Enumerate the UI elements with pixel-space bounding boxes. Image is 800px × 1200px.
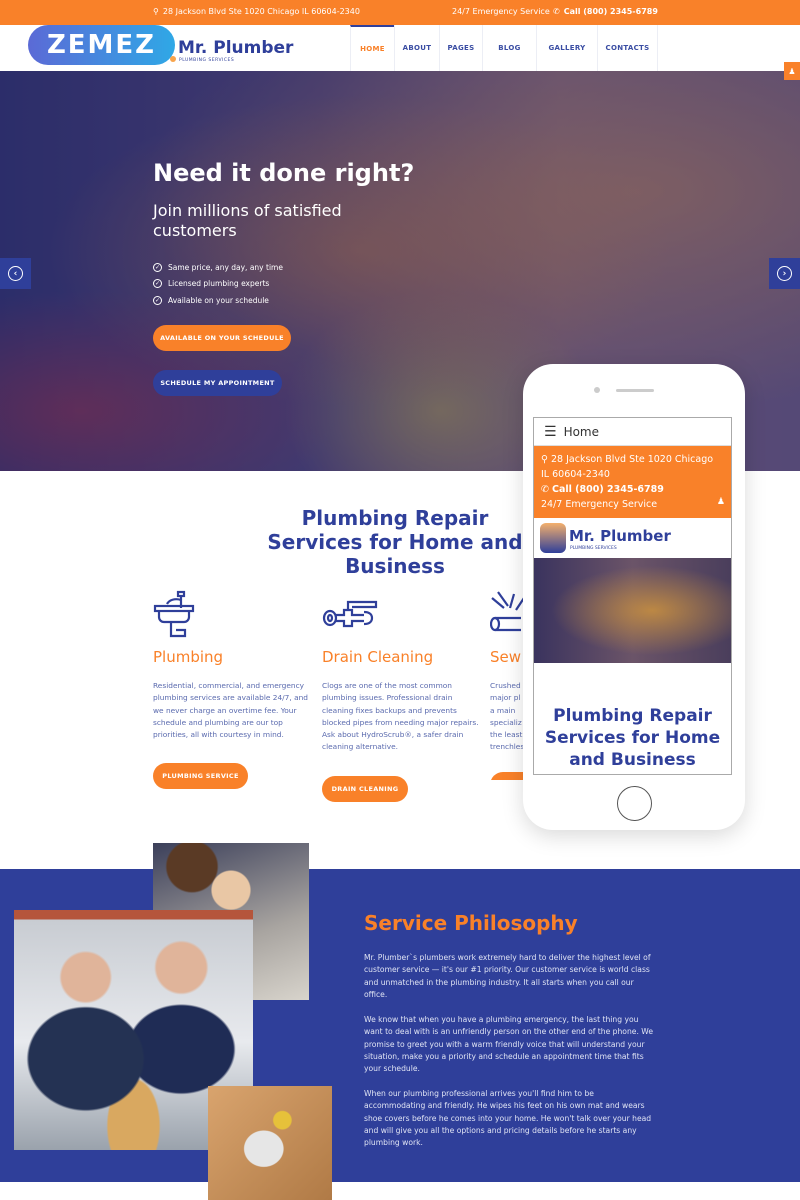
- plumber-mascot-logo: [540, 523, 566, 553]
- mobile-address-text: 28 Jackson Blvd Ste 1020 Chicago IL 6060…: [541, 454, 714, 480]
- service-card-drain: Drain Cleaning Clogs are one of the most…: [322, 590, 482, 802]
- nav-gallery[interactable]: GALLERY: [536, 25, 597, 71]
- phone-screen: ☰ Home ⚲ 28 Jackson Blvd Ste 1020 Chicag…: [533, 417, 732, 775]
- call-text: Call (800) 2345-6789: [563, 7, 658, 16]
- valve-icon: [322, 590, 482, 640]
- call-link[interactable]: ✆ Call (800) 2345-6789: [553, 7, 658, 16]
- hamburger-menu-icon[interactable]: ☰: [544, 424, 557, 440]
- mobile-call[interactable]: ✆ Call (800) 2345-6789: [541, 482, 724, 497]
- feature-list: ✓ Same price, any day, any time ✓ Licensed…: [153, 259, 283, 309]
- check-circle-icon: ✓: [153, 295, 162, 305]
- service-text: Crushed major pl in a main specializ the…: [490, 681, 523, 752]
- service-title: Sew: [490, 648, 522, 666]
- hero-title: Need it done right?: [153, 159, 415, 187]
- user-icon[interactable]: ♟: [717, 495, 725, 510]
- broken-pipe-icon: [490, 590, 523, 640]
- nav-contacts[interactable]: CONTACTS: [597, 25, 658, 71]
- nav-home[interactable]: HOME: [350, 25, 394, 71]
- service-card-plumbing: Plumbing Residential, commercial, and em…: [153, 590, 313, 790]
- zemez-logo[interactable]: ZEMEZ: [28, 25, 175, 65]
- next-slide-button[interactable]: ›: [769, 258, 800, 289]
- emergency-text: 24/7 Emergency Service: [452, 7, 550, 16]
- nav-about[interactable]: ABOUT: [394, 25, 439, 71]
- nav-pages[interactable]: PAGES: [439, 25, 482, 71]
- mobile-services-title: Plumbing Repair Services for Home and Bu…: [544, 706, 721, 770]
- chevron-left-icon: ‹: [8, 266, 23, 281]
- feature-item: ✓ Available on your schedule: [153, 292, 283, 309]
- sewer-button[interactable]: SEWE: [490, 771, 523, 780]
- user-icon: ♟: [788, 66, 796, 76]
- philosophy-paragraph: We know that when you have a plumbing em…: [364, 1015, 654, 1074]
- philosophy-paragraph: When our plumbing professional arrives y…: [364, 1089, 652, 1148]
- service-text: Clogs are one of the most common plumbin…: [322, 681, 479, 752]
- check-circle-icon: ✓: [153, 279, 162, 289]
- philosophy-paragraph: Mr. Plumber`s plumbers work extremely ha…: [364, 953, 651, 999]
- nav-blog[interactable]: BLOG: [482, 25, 536, 71]
- phone-home-button: [617, 786, 652, 821]
- service-text: Residential, commercial, and emergency p…: [153, 681, 308, 740]
- address: ⚲ 28 Jackson Blvd Ste 1020 Chicago IL 60…: [153, 7, 360, 16]
- drain-cleaning-button[interactable]: DRAIN CLEANING: [322, 775, 408, 802]
- services-title: Plumbing Repair Services for Home and Bu…: [267, 506, 523, 578]
- service-card-sewer: Sew Crushed major pl in a main specializ…: [490, 590, 523, 780]
- phone-icon: ✆: [541, 484, 552, 495]
- feature-text: Available on your schedule: [168, 295, 269, 305]
- phone-camera: [594, 387, 600, 393]
- top-bar: ⚲ 28 Jackson Blvd Ste 1020 Chicago IL 60…: [0, 0, 800, 25]
- schedule-appointment-button[interactable]: SCHEDULE MY APPOINTMENT: [153, 370, 282, 396]
- prev-slide-button[interactable]: ‹: [0, 258, 31, 289]
- available-schedule-button[interactable]: AVAILABLE ON YOUR SCHEDULE: [153, 325, 291, 351]
- logo-dot: [170, 56, 176, 62]
- phone-icon: ✆: [553, 7, 560, 16]
- service-title: Plumbing: [153, 648, 224, 666]
- main-nav: HOME ABOUT PAGES BLOG GALLERY CONTACTS: [350, 25, 658, 71]
- location-pin-icon: ⚲: [541, 454, 551, 465]
- hero-subtitle: Join millions of satisfied customers: [153, 201, 342, 240]
- mobile-call-text: Call (800) 2345-6789: [551, 484, 664, 495]
- chevron-right-icon: ›: [777, 266, 792, 281]
- feature-text: Same price, any day, any time: [168, 262, 283, 272]
- mobile-nav-label: Home: [563, 424, 599, 439]
- address-text: 28 Jackson Blvd Ste 1020 Chicago IL 6060…: [162, 7, 360, 16]
- plumbing-service-button[interactable]: PLUMBING SERVICE: [153, 763, 248, 790]
- feature-item: ✓ Licensed plumbing experts: [153, 276, 283, 293]
- feature-text: Licensed plumbing experts: [168, 279, 270, 289]
- location-pin-icon: ⚲: [153, 7, 159, 16]
- mobile-brand-sub: PLUMBING SERVICES: [570, 546, 617, 551]
- phone-mockup: ☰ Home ⚲ 28 Jackson Blvd Ste 1020 Chicag…: [523, 364, 745, 830]
- brand-subtitle: PLUMBING SERVICES: [179, 58, 235, 63]
- mobile-brand-name: Mr. Plumber: [569, 527, 671, 545]
- phone-speaker: [616, 389, 654, 392]
- mobile-address: ⚲ 28 Jackson Blvd Ste 1020 Chicago IL 60…: [541, 452, 724, 482]
- mobile-top-bar: ⚲ 28 Jackson Blvd Ste 1020 Chicago IL 60…: [534, 446, 731, 518]
- feature-item: ✓ Same price, any day, any time: [153, 259, 283, 276]
- check-circle-icon: ✓: [153, 262, 162, 272]
- mobile-hero-image: [534, 558, 731, 663]
- mobile-emergency: 24/7 Emergency Service: [541, 499, 658, 510]
- philosophy-title: Service Philosophy: [364, 911, 578, 935]
- user-panel-toggle[interactable]: ♟: [784, 62, 800, 80]
- tools-photo: [208, 1086, 332, 1200]
- mobile-nav[interactable]: ☰ Home: [534, 418, 731, 446]
- mobile-brand: Mr. Plumber PLUMBING SERVICES: [534, 518, 731, 558]
- sink-icon: [153, 590, 313, 640]
- brand-name[interactable]: Mr. Plumber: [178, 38, 293, 58]
- service-title: Drain Cleaning: [322, 648, 434, 666]
